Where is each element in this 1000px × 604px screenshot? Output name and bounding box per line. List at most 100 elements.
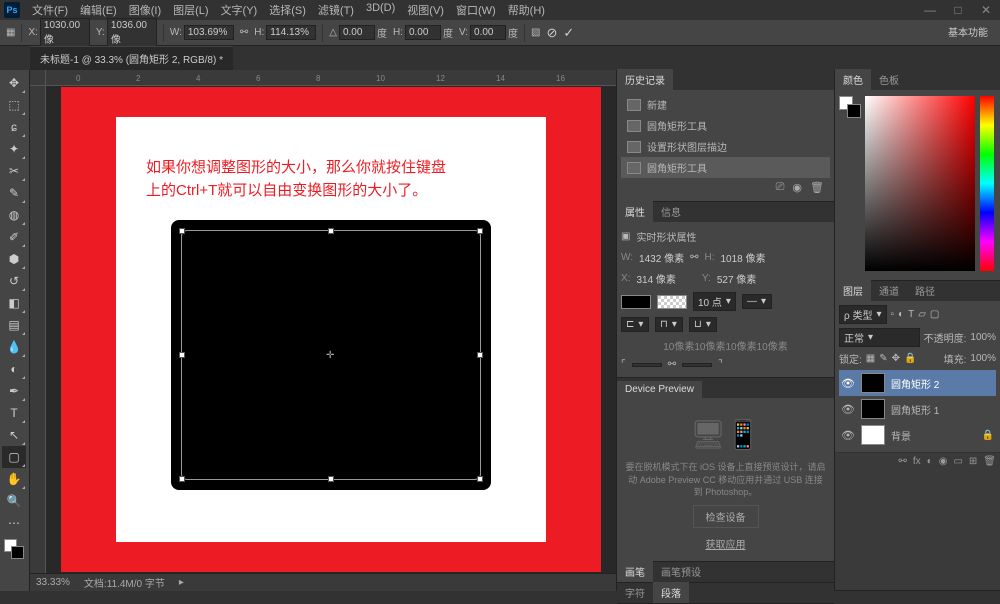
dodge-tool[interactable]: ◐	[2, 358, 26, 380]
color-field[interactable]	[865, 96, 975, 271]
blur-tool[interactable]: 💧	[2, 336, 26, 358]
info-tab[interactable]: 信息	[653, 201, 689, 222]
canvas[interactable]: 如果你想调整图形的大小，那么你就按住键盘 上的Ctrl+T就可以自由变换图形的大…	[46, 86, 616, 573]
filter-type-icon[interactable]: T	[908, 309, 914, 320]
filter-shape-icon[interactable]: ▱	[918, 309, 926, 320]
mask-icon[interactable]: ◐	[927, 456, 933, 467]
history-brush-tool[interactable]: ↺	[2, 270, 26, 292]
history-item[interactable]: 新建	[621, 94, 830, 115]
menu-layer[interactable]: 图层(L)	[169, 0, 212, 20]
zoom-level[interactable]: 33.33%	[36, 577, 70, 588]
marquee-tool[interactable]: ⬚	[2, 94, 26, 116]
props-h-value[interactable]: 1018 像素	[720, 250, 765, 265]
hue-slider[interactable]	[980, 96, 994, 271]
document-tab[interactable]: 未标题-1 @ 33.3% (圆角矩形 2, RGB/8) *	[30, 46, 233, 70]
stamp-tool[interactable]: ⬢	[2, 248, 26, 270]
gradient-tool[interactable]: ▤	[2, 314, 26, 336]
layer-row[interactable]: 👁 圆角矩形 1	[839, 396, 996, 422]
doc-info[interactable]: 文档:11.4M/0 字节	[84, 575, 165, 590]
caps-dropdown[interactable]: ⊓▾	[655, 317, 683, 332]
handle-bot-mid[interactable]	[328, 476, 334, 482]
handle-top-left[interactable]	[179, 228, 185, 234]
type-tool[interactable]: T	[2, 402, 26, 424]
handle-bot-right[interactable]	[477, 476, 483, 482]
background-swatch[interactable]	[847, 104, 861, 118]
new-layer-icon[interactable]: ⊞	[969, 456, 977, 467]
group-icon[interactable]: ▭	[953, 456, 962, 467]
history-item[interactable]: 设置形状图层描边	[621, 136, 830, 157]
link-radii-icon[interactable]: ⚯	[668, 359, 676, 370]
path-select-tool[interactable]: ↖	[2, 424, 26, 446]
props-w-value[interactable]: 1432 像素	[639, 250, 684, 265]
opt-hskew-input[interactable]: 0.00	[405, 25, 441, 40]
layer-thumb[interactable]	[861, 425, 885, 445]
lock-all-icon[interactable]: 🔒	[904, 353, 916, 364]
history-item[interactable]: 圆角矩形工具	[621, 157, 830, 178]
handle-bot-left[interactable]	[179, 476, 185, 482]
filter-adjust-icon[interactable]: ◐	[898, 309, 904, 320]
filter-image-icon[interactable]: ▫	[891, 309, 895, 320]
paths-tab[interactable]: 路径	[907, 280, 943, 301]
brush-tool[interactable]: ✐	[2, 226, 26, 248]
hand-tool[interactable]: ✋	[2, 468, 26, 490]
maximize-button[interactable]: □	[948, 3, 968, 17]
layer-thumb[interactable]	[861, 373, 885, 393]
delete-layer-icon[interactable]: 🗑	[983, 456, 996, 467]
opt-x-input[interactable]: 1030.00 像	[40, 18, 90, 48]
shape-tool[interactable]: ▢	[2, 446, 26, 468]
menu-help[interactable]: 帮助(H)	[504, 0, 549, 20]
handle-top-right[interactable]	[477, 228, 483, 234]
visibility-toggle[interactable]: 👁	[841, 429, 855, 442]
edit-toolbar[interactable]: ⋯	[2, 512, 26, 534]
history-item[interactable]: 圆角矩形工具	[621, 115, 830, 136]
adjustment-icon[interactable]: ◉	[939, 456, 948, 467]
opt-angle-input[interactable]: 0.00	[339, 25, 375, 40]
layer-name[interactable]: 背景	[891, 428, 911, 443]
transform-center-icon[interactable]: ✛	[326, 350, 336, 360]
layer-thumb[interactable]	[861, 399, 885, 419]
transform-anchor-icon[interactable]: ▦	[6, 27, 15, 38]
device-preview-tab[interactable]: Device Preview	[617, 381, 702, 398]
rounded-rect-shape[interactable]: ✛	[171, 220, 491, 490]
corner-tr-icon[interactable]: ⌝	[718, 359, 723, 370]
align-dropdown[interactable]: ⊏▾	[621, 317, 649, 332]
blend-mode-dropdown[interactable]: 正常▾	[839, 328, 920, 347]
link-icon[interactable]: ⚯	[240, 27, 248, 38]
handle-top-mid[interactable]	[328, 228, 334, 234]
lasso-tool[interactable]: ɕ	[2, 116, 26, 138]
properties-tab[interactable]: 属性	[617, 201, 653, 222]
radius-tl[interactable]	[632, 363, 662, 367]
visibility-toggle[interactable]: 👁	[841, 377, 855, 390]
swatches-tab[interactable]: 色板	[871, 69, 907, 90]
menu-window[interactable]: 窗口(W)	[452, 0, 500, 20]
commit-transform-icon[interactable]: ✓	[563, 25, 574, 41]
pen-tool[interactable]: ✒	[2, 380, 26, 402]
corners-dropdown[interactable]: ⊔▾	[689, 317, 717, 332]
opt-y-input[interactable]: 1036.00 像	[107, 18, 157, 48]
filter-smart-icon[interactable]: ▢	[930, 309, 939, 320]
lock-pixels-icon[interactable]: ✎	[879, 353, 887, 364]
menu-view[interactable]: 视图(V)	[403, 0, 448, 20]
corner-tl-icon[interactable]: ⌜	[621, 359, 626, 370]
stroke-swatch[interactable]	[657, 295, 687, 309]
brush-tab[interactable]: 画笔	[617, 561, 653, 582]
trash-icon[interactable]: 🗑	[810, 181, 824, 194]
stroke-style-dropdown[interactable]: —▾	[742, 294, 772, 309]
status-chevron-icon[interactable]: ▸	[179, 577, 184, 588]
zoom-tool[interactable]: 🔍	[2, 490, 26, 512]
layers-tab[interactable]: 图层	[835, 280, 871, 301]
history-tab[interactable]: 历史记录	[617, 69, 673, 90]
color-tab[interactable]: 颜色	[835, 69, 871, 90]
camera-icon[interactable]: ◉	[792, 181, 802, 194]
props-y-value[interactable]: 527 像素	[717, 271, 756, 286]
interpolation-icon[interactable]: ▧	[531, 27, 540, 38]
fill-swatch[interactable]	[621, 295, 651, 309]
opt-vskew-input[interactable]: 0.00	[470, 25, 506, 40]
paragraph-tab[interactable]: 段落	[653, 582, 689, 603]
menu-3d[interactable]: 3D(D)	[362, 0, 399, 20]
check-device-button[interactable]: 检查设备	[693, 505, 759, 528]
eraser-tool[interactable]: ◧	[2, 292, 26, 314]
fx-icon[interactable]: fx	[913, 456, 921, 467]
radius-tr[interactable]	[682, 363, 712, 367]
layer-name[interactable]: 圆角矩形 2	[891, 376, 939, 391]
